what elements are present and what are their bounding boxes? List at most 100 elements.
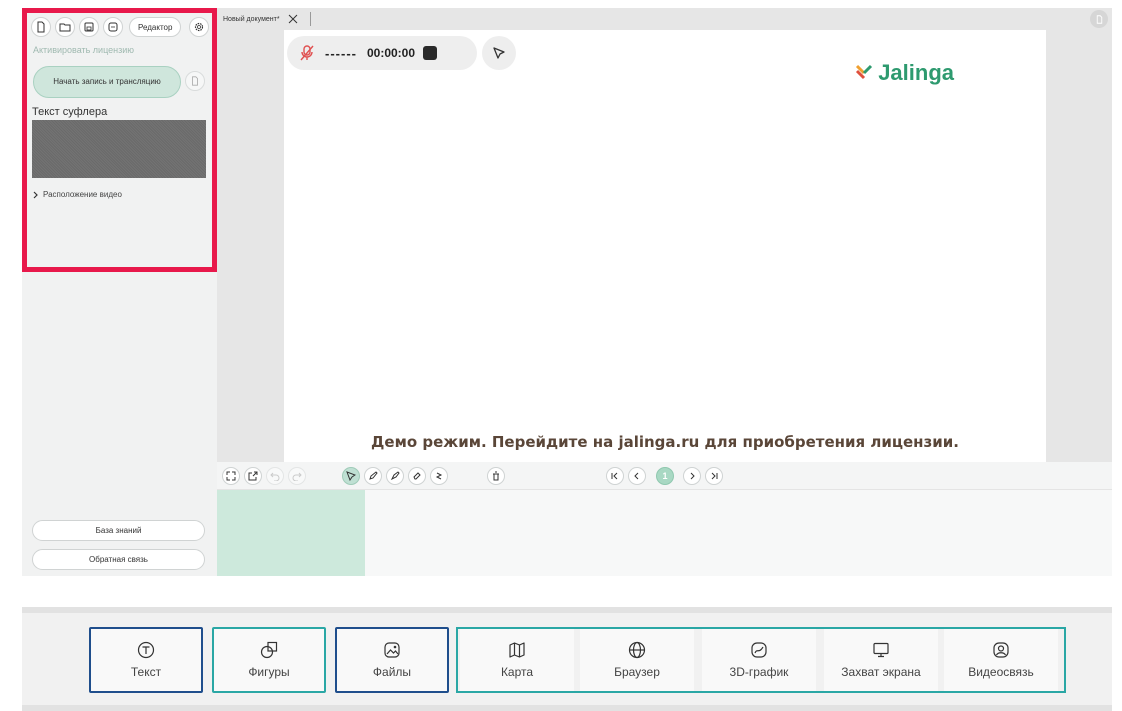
slide-thumbnails	[217, 490, 1112, 576]
trash-icon	[493, 471, 499, 481]
tool-files[interactable]: Файлы	[335, 627, 449, 693]
app-window: Редактор Активировать лицензию Начать за…	[0, 0, 1122, 711]
close-icon[interactable]	[288, 14, 298, 24]
file-icon	[37, 21, 45, 33]
video-position-toggle[interactable]: Расположение видео	[32, 190, 122, 199]
recording-status: ------	[325, 45, 357, 61]
start-recording-button[interactable]: Начать запись и трансляцию	[33, 66, 181, 98]
pen-tool-button[interactable]	[364, 467, 382, 485]
activate-license-link[interactable]: Активировать лицензию	[33, 45, 134, 55]
tool-label: Видеосвязь	[968, 665, 1034, 679]
skip-end-icon	[711, 472, 718, 480]
skip-start-icon	[611, 472, 618, 480]
jalinga-logo: Jalinga	[854, 60, 954, 86]
graph-icon	[751, 642, 767, 658]
tab-divider	[309, 12, 311, 26]
recording-timer: 00:00:00	[366, 46, 416, 60]
tool-video-call[interactable]: Видеосвязь	[944, 627, 1058, 693]
save-as-icon	[108, 22, 118, 32]
settings-button[interactable]	[189, 17, 209, 37]
cursor-icon	[346, 471, 356, 481]
chevron-right-icon	[33, 191, 38, 198]
demo-notice: Демо режим. Перейдите на jalinga.ru для …	[371, 433, 959, 451]
document-icon	[192, 76, 198, 86]
chevron-right-icon	[690, 472, 695, 480]
tool-text[interactable]: Текст	[89, 627, 203, 693]
fullscreen-button[interactable]	[222, 467, 240, 485]
logo-text: Jalinga	[878, 60, 954, 85]
tools-panel: Текст Фигуры Файлы Карта Браузер 3D-граф…	[22, 607, 1112, 711]
logo-icon	[856, 64, 873, 80]
redo-button[interactable]	[288, 467, 306, 485]
tool-label: 3D-график	[729, 665, 789, 679]
microphone-off-icon[interactable]	[299, 44, 315, 62]
tool-browser[interactable]: Браузер	[580, 627, 694, 693]
globe-icon	[628, 641, 646, 659]
sidebar-toolbar: Редактор	[31, 16, 209, 38]
tool-shapes[interactable]: Фигуры	[212, 627, 326, 693]
open-folder-button[interactable]	[55, 17, 75, 37]
knowledge-base-button[interactable]: База знаний	[32, 520, 205, 541]
current-page-button[interactable]: 1	[656, 467, 674, 485]
external-window-button[interactable]	[244, 467, 262, 485]
pointer-button[interactable]	[482, 36, 516, 70]
document-icon	[1096, 14, 1102, 24]
chevron-left-icon	[634, 472, 639, 480]
tool-label: Браузер	[614, 665, 660, 679]
marker-tool-button[interactable]	[386, 467, 404, 485]
video-position-label: Расположение видео	[43, 190, 122, 199]
external-link-icon	[248, 471, 258, 481]
new-file-button[interactable]	[31, 17, 51, 37]
laser-tool-button[interactable]	[430, 467, 448, 485]
recorder-panel: ------ 00:00:00	[287, 36, 477, 70]
tool-label: Захват экрана	[841, 665, 921, 679]
top-right-button[interactable]	[1090, 10, 1108, 28]
slide-canvas[interactable]: Демо режим. Перейдите на jalinga.ru для …	[284, 30, 1046, 462]
stop-button[interactable]	[423, 46, 438, 60]
main-area: Новый документ* Демо режим. Перейдите на…	[217, 8, 1112, 576]
tab-document[interactable]: Новый документ*	[223, 10, 311, 28]
tool-screen-capture[interactable]: Захват экрана	[824, 627, 938, 693]
tool-map[interactable]: Карта	[460, 627, 574, 693]
undo-button[interactable]	[266, 467, 284, 485]
eraser-tool-button[interactable]	[408, 467, 426, 485]
last-page-button[interactable]	[705, 467, 723, 485]
save-icon	[84, 22, 94, 32]
first-page-button[interactable]	[606, 467, 624, 485]
tool-3d-graph[interactable]: 3D-график	[702, 627, 816, 693]
redo-icon	[292, 472, 302, 481]
feedback-button[interactable]: Обратная связь	[32, 549, 205, 570]
monitor-icon	[873, 642, 889, 658]
select-tool-button[interactable]	[342, 467, 360, 485]
delete-button[interactable]	[487, 467, 505, 485]
tab-label: Новый документ*	[223, 15, 280, 23]
slide-thumbnail[interactable]	[217, 490, 365, 576]
record-options-button[interactable]	[185, 71, 205, 91]
save-as-button[interactable]	[103, 17, 123, 37]
shapes-icon	[260, 641, 278, 659]
user-icon	[993, 642, 1009, 658]
tool-label: Текст	[130, 665, 162, 679]
expand-icon	[226, 471, 236, 481]
map-icon	[509, 642, 525, 658]
text-icon	[137, 641, 155, 659]
marker-icon	[390, 471, 400, 481]
undo-icon	[270, 472, 280, 481]
gear-icon	[194, 22, 204, 32]
files-icon	[384, 642, 400, 658]
tool-label: Файлы	[372, 665, 412, 679]
eraser-icon	[413, 472, 421, 480]
next-page-button[interactable]	[683, 467, 701, 485]
tool-label: Фигуры	[248, 665, 290, 679]
prev-page-button[interactable]	[628, 467, 646, 485]
editor-toolbar: 1	[217, 462, 1112, 490]
left-sidebar: Редактор Активировать лицензию Начать за…	[22, 8, 217, 576]
pen-icon	[369, 471, 378, 480]
save-button[interactable]	[79, 17, 99, 37]
editor-button[interactable]: Редактор	[129, 17, 182, 37]
laser-icon	[435, 472, 443, 480]
cursor-icon	[493, 47, 505, 59]
folder-icon	[59, 23, 71, 32]
prompter-text-area[interactable]	[32, 120, 206, 178]
tool-label: Карта	[500, 665, 534, 679]
